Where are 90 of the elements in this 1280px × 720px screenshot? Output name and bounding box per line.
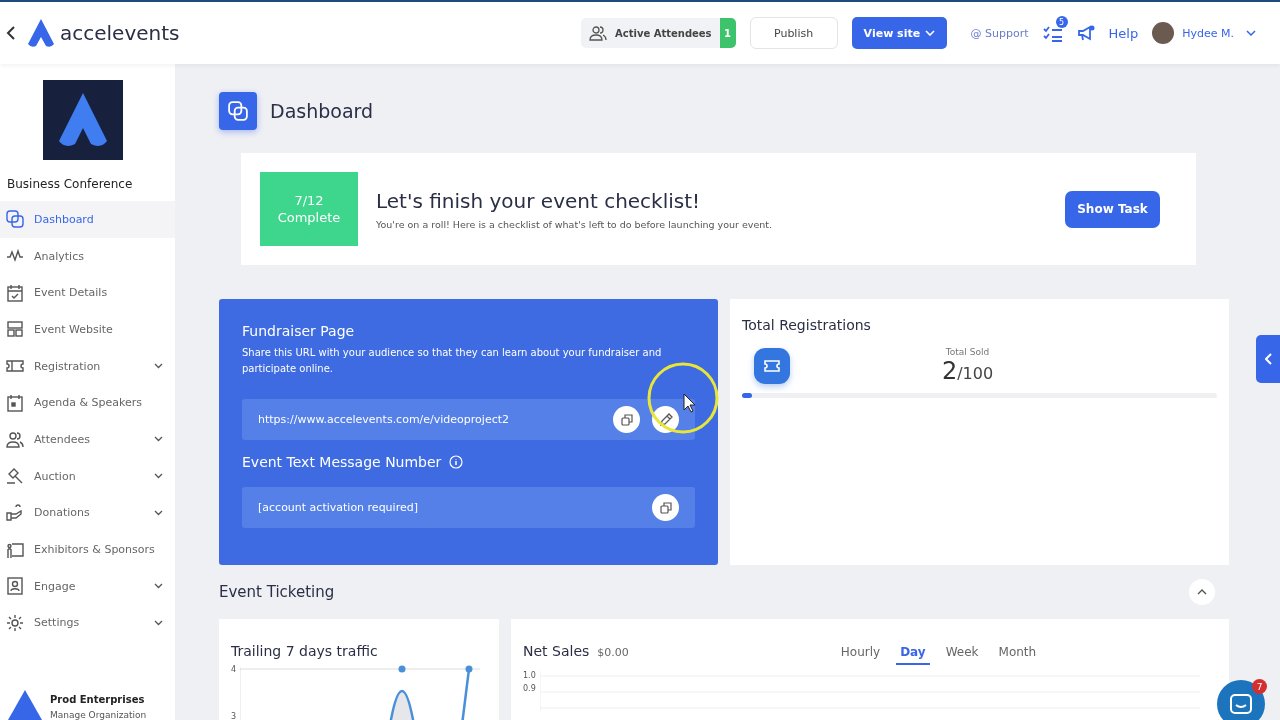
progress-label: Complete bbox=[277, 210, 341, 225]
sidebar-item[interactable]: Analytics bbox=[0, 237, 175, 275]
chevron-down-icon bbox=[154, 619, 163, 626]
people-icon bbox=[589, 25, 608, 41]
url-field[interactable]: https://www.accelevents.com/e/videoproject2 bbox=[242, 399, 695, 440]
dashboard-icon bbox=[219, 92, 257, 130]
chevron-down-icon bbox=[154, 363, 163, 370]
progress-count: 7/12 bbox=[294, 193, 324, 208]
show-task-button[interactable]: Show Task bbox=[1065, 190, 1160, 228]
sidebar-item[interactable]: Donations bbox=[0, 494, 175, 532]
sms-title: Event Text Message Number bbox=[242, 454, 442, 470]
settings-icon bbox=[6, 613, 24, 632]
registrations-title: Total Registrations bbox=[742, 317, 872, 333]
data-point bbox=[465, 665, 473, 673]
organization-name: Prod Enterprises bbox=[50, 694, 146, 705]
axis-tick-label: 1.0 bbox=[523, 671, 536, 680]
chevron-down-icon bbox=[154, 436, 163, 443]
period-tab[interactable]: Day bbox=[896, 645, 930, 665]
support-link[interactable]: @ Support bbox=[970, 26, 1029, 40]
active-attendees-label: Active Attendees bbox=[615, 27, 712, 39]
chevron-down-icon bbox=[924, 30, 935, 36]
sidebar-item[interactable]: Registration bbox=[0, 347, 175, 385]
axis-tick-label: 4 bbox=[231, 665, 237, 674]
traffic-title: Trailing 7 days traffic bbox=[231, 643, 379, 659]
sms-number-field[interactable]: [account activation required] bbox=[242, 487, 695, 528]
net-sales-title: Net Sales bbox=[523, 643, 590, 659]
chevron-down-icon bbox=[154, 583, 163, 590]
sidebar-item[interactable]: Attendees bbox=[0, 421, 175, 458]
sidebar-item[interactable]: Settings bbox=[0, 604, 175, 642]
dashboard-icon bbox=[6, 210, 24, 229]
sidebar-item[interactable]: Auction bbox=[0, 457, 175, 495]
event-ticketing-title: Event Ticketing bbox=[219, 583, 335, 601]
chevron-down-icon bbox=[154, 509, 163, 516]
manage-organization-link[interactable]: Manage Organization bbox=[50, 710, 147, 720]
chevron-left-icon bbox=[1265, 353, 1273, 365]
axis-tick-label: 0.9 bbox=[523, 684, 536, 693]
calendar-icon bbox=[6, 393, 24, 412]
help-link[interactable]: Help bbox=[1108, 25, 1139, 41]
booth-icon bbox=[6, 540, 24, 559]
sidebar-item[interactable]: Exhibitors & Sponsors bbox=[0, 531, 175, 568]
sold-count: 2 bbox=[941, 357, 958, 385]
checklist-icon[interactable] bbox=[1042, 24, 1063, 42]
view-site-button[interactable]: View site bbox=[851, 17, 947, 49]
sidebar-item[interactable]: Agenda & Speakers bbox=[0, 384, 175, 422]
sidebar-item[interactable]: Dashboard bbox=[0, 201, 175, 238]
checklist-title: Let's finish your event checklist! bbox=[376, 188, 702, 213]
chat-badge: 7 bbox=[1252, 679, 1267, 694]
checklist-subtitle: You're on a roll! Here is a checklist of what's left to do before launching your event. bbox=[376, 218, 774, 230]
collapse-panel-button[interactable] bbox=[1256, 335, 1280, 383]
sidebar-item[interactable]: Event Details bbox=[0, 274, 175, 312]
megaphone-icon[interactable] bbox=[1076, 25, 1095, 41]
publish-button[interactable]: Publish bbox=[749, 17, 838, 49]
sidebar-item[interactable]: Engage bbox=[0, 567, 175, 605]
sold-total: /100 bbox=[957, 364, 994, 383]
ticket-icon bbox=[754, 348, 790, 384]
info-icon[interactable] bbox=[449, 455, 464, 469]
people-icon bbox=[6, 430, 24, 449]
chat-icon bbox=[1229, 693, 1253, 715]
data-point bbox=[398, 665, 406, 673]
logo-icon bbox=[8, 690, 42, 720]
active-attendees-pill[interactable]: Active Attendees 1 bbox=[581, 18, 736, 48]
logo-icon bbox=[26, 18, 56, 48]
copy-icon[interactable] bbox=[613, 406, 640, 433]
chevron-down-icon bbox=[1246, 30, 1256, 36]
fundraiser-description: Share this URL with your audience so that they can learn about your fundraiser and participate online. bbox=[242, 346, 663, 376]
calendar-check-icon bbox=[6, 283, 24, 302]
id-card-icon bbox=[6, 577, 24, 596]
back-icon[interactable] bbox=[6, 25, 16, 41]
user-menu[interactable]: Hydee M. bbox=[1182, 26, 1256, 40]
brand-name: accelevents bbox=[60, 21, 180, 45]
net-sales-amount: $0.00 bbox=[597, 646, 629, 659]
tasks-badge: 5 bbox=[1055, 16, 1068, 28]
layout-icon bbox=[6, 320, 24, 339]
gavel-icon bbox=[6, 467, 24, 486]
copy-icon[interactable] bbox=[652, 494, 679, 521]
avatar[interactable] bbox=[1152, 22, 1175, 44]
attendee-count: 1 bbox=[719, 18, 736, 48]
period-tab[interactable]: Month bbox=[994, 645, 1041, 665]
cursor-highlight-icon bbox=[646, 361, 720, 435]
event-name: Business Conference bbox=[6, 176, 134, 193]
total-sold-label: Total Sold bbox=[945, 347, 990, 357]
chevron-down-icon bbox=[154, 473, 163, 480]
fundraiser-title: Fundraiser Page bbox=[242, 323, 356, 339]
period-tab[interactable]: Week bbox=[941, 645, 983, 665]
page-title: Dashboard bbox=[270, 100, 374, 122]
hand-icon bbox=[6, 503, 24, 522]
sidebar-item[interactable]: Event Website bbox=[0, 311, 175, 348]
period-tab[interactable]: Hourly bbox=[836, 645, 885, 665]
axis-tick-label: 3 bbox=[231, 712, 237, 720]
chart-area bbox=[390, 691, 415, 720]
